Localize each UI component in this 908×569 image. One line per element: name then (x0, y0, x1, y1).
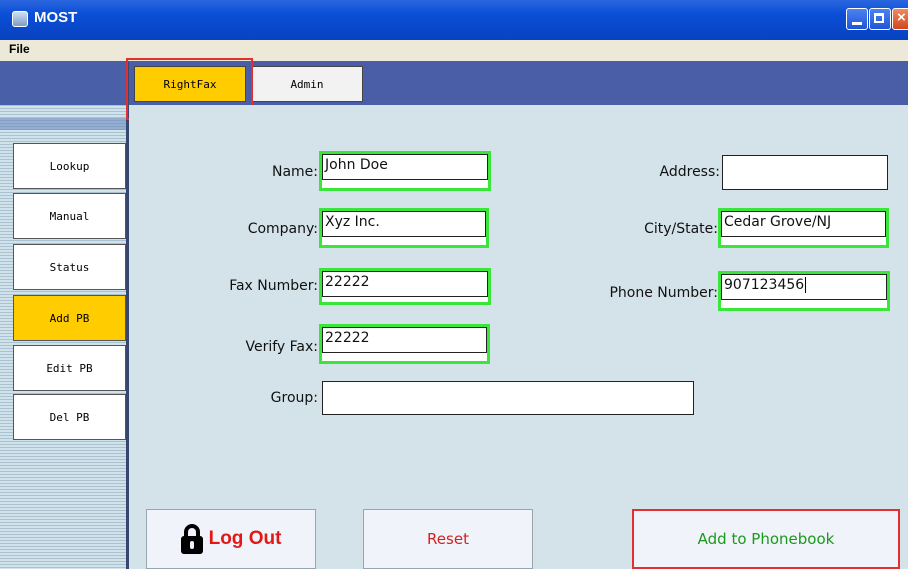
logout-button[interactable]: Log Out (146, 509, 316, 569)
group-field[interactable] (322, 381, 694, 415)
company-label: Company: (247, 221, 318, 237)
fax-number-field[interactable]: 22222 (319, 268, 491, 305)
verify-fax-value: 22222 (322, 327, 487, 353)
close-button[interactable]: × (892, 8, 908, 30)
maximize-icon (874, 13, 884, 23)
fax-number-label: Fax Number: (229, 278, 318, 294)
minimize-icon (852, 22, 862, 25)
sidebar-item-manual[interactable]: Manual (13, 193, 126, 239)
phone-number-value: 907123456 (724, 277, 805, 293)
window-title: MOST (34, 9, 78, 26)
title-bar: MOST × (0, 0, 908, 40)
sidebar-item-edit-pb[interactable]: Edit PB (13, 345, 126, 391)
reset-button[interactable]: Reset (363, 509, 533, 569)
phone-number-input: 907123456 (721, 274, 887, 300)
text-caret (805, 277, 807, 293)
phone-number-label: Phone Number: (609, 285, 718, 301)
city-state-field[interactable]: Cedar Grove/NJ (718, 208, 889, 248)
company-field[interactable]: Xyz Inc. (319, 208, 489, 248)
address-field[interactable] (722, 155, 888, 190)
sidebar-header (0, 61, 128, 105)
sidebar-item-del-pb[interactable]: Del PB (13, 394, 126, 440)
sidebar-band (0, 118, 128, 130)
name-field[interactable]: John Doe (319, 151, 491, 191)
address-label: Address: (659, 164, 720, 180)
city-state-value: Cedar Grove/NJ (721, 211, 886, 237)
sidebar-item-add-pb[interactable]: Add PB (13, 295, 126, 341)
verify-fax-label: Verify Fax: (245, 339, 318, 355)
menu-file[interactable]: File (9, 42, 30, 56)
logout-label: Log Out (208, 528, 282, 549)
app-icon (12, 11, 28, 27)
city-state-label: City/State: (644, 221, 718, 237)
phone-number-field[interactable]: 907123456 (718, 271, 890, 311)
sidebar-item-lookup[interactable]: Lookup (13, 143, 126, 189)
tab-admin[interactable]: Admin (251, 66, 363, 102)
maximize-button[interactable] (869, 8, 891, 30)
name-label: Name: (271, 164, 318, 180)
add-to-phonebook-button[interactable]: Add to Phonebook (632, 509, 900, 569)
name-value: John Doe (322, 154, 488, 180)
close-icon: × (897, 9, 906, 26)
group-label: Group: (270, 390, 318, 406)
verify-fax-field[interactable]: 22222 (319, 324, 490, 364)
sidebar-item-status[interactable]: Status (13, 244, 126, 290)
minimize-button[interactable] (846, 8, 868, 30)
lock-icon (180, 524, 203, 554)
company-value: Xyz Inc. (322, 211, 486, 237)
fax-number-value: 22222 (322, 271, 488, 297)
